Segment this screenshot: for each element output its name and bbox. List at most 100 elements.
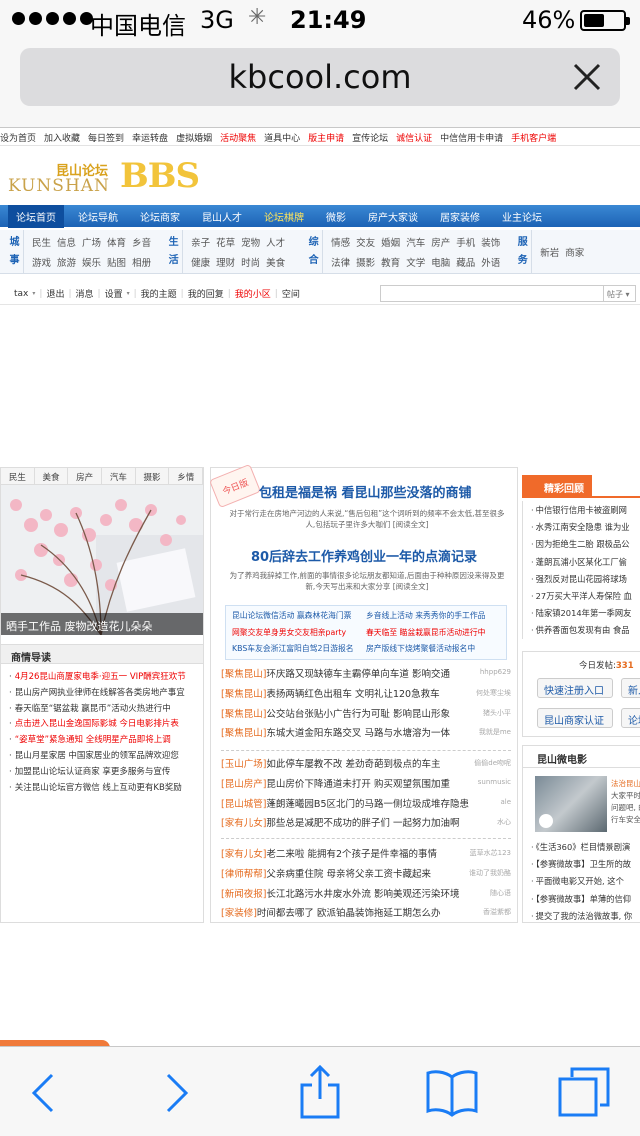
top-link[interactable]: 宣传论坛 xyxy=(352,134,388,144)
category-link[interactable]: 旅游 xyxy=(57,255,76,269)
news-row[interactable]: [聚焦昆山]环庆路又现缺德车主霸停单向车道 影响交通 hhpp629 xyxy=(221,666,511,686)
top-link[interactable]: 幸运转盘 xyxy=(132,134,168,144)
news-tag[interactable]: [家有儿女] xyxy=(221,818,266,829)
micro-film-headline[interactable]: 法治昆山 xyxy=(611,779,640,788)
nav-item[interactable]: 微影 xyxy=(326,209,346,224)
event-link[interactable]: 昆山论坛微信活动 赢森林花海门票 xyxy=(232,610,366,622)
category-head[interactable]: 城事 xyxy=(0,230,24,274)
list-item[interactable]: 关注昆山论坛官方微信 线上互动更有KB奖励 xyxy=(1,781,203,797)
category-link[interactable]: 相册 xyxy=(132,255,151,269)
news-author[interactable]: 我就是me xyxy=(479,727,511,737)
category-link[interactable]: 商家 xyxy=(565,245,584,259)
url-text[interactable]: kbcool.com xyxy=(20,58,620,96)
category-link[interactable]: 藏品 xyxy=(456,255,475,269)
category-link[interactable]: 文学 xyxy=(406,255,425,269)
news-row[interactable]: [聚焦昆山]东城大道金阳东路交叉 马路与水塘溶为一体 我就是me xyxy=(221,725,511,745)
site-logo[interactable]: 昆山论坛 KUNSHAN BBS xyxy=(8,156,200,196)
list-item[interactable]: 春天临至“锯盆栽 赢昆币”活动火热进行中 xyxy=(1,702,203,718)
news-tag[interactable]: [律师帮帮] xyxy=(221,869,266,880)
nav-item[interactable]: 论坛商家 xyxy=(140,209,180,224)
news-title[interactable]: 昆山房价下降通道未打开 购买观望氛围加重 xyxy=(266,779,450,790)
news-row[interactable]: [昆山城管]蓬朗蓬曦园B5区北门的马路一侧垃圾成堆存隐患 ale xyxy=(221,796,511,816)
category-head[interactable]: 服务 xyxy=(508,230,533,274)
list-item[interactable]: 昆山月星家居 中国家居业的领军品牌欢迎您 xyxy=(1,749,203,765)
category-link[interactable]: 娱乐 xyxy=(82,255,101,269)
user-link[interactable]: 消息 xyxy=(76,287,94,300)
nav-item[interactable]: 昆山人才 xyxy=(202,209,242,224)
news-row[interactable]: [聚焦昆山]表扬两辆红色出租车 文明礼让120急救车 何处寒尘埃 xyxy=(221,686,511,706)
list-item[interactable]: “姿草堂”紧急通知 全线明星产品即将上调 xyxy=(1,733,203,749)
news-title[interactable]: 时间都去哪了 欧派铂晶装饰拖延工期怎么办 xyxy=(257,908,441,919)
category-head[interactable]: 生活 xyxy=(159,230,184,274)
bookmarks-icon[interactable] xyxy=(422,1065,482,1121)
micro-film-thumbnail[interactable] xyxy=(535,776,607,832)
address-bar[interactable]: kbcool.com xyxy=(20,48,620,106)
category-link[interactable]: 乡音 xyxy=(132,235,151,249)
nav-item[interactable]: 论坛导航 xyxy=(78,209,118,224)
news-title[interactable]: 蓬朗蓬曦园B5区北门的马路一侧垃圾成堆存隐患 xyxy=(266,799,469,810)
news-row[interactable]: [新闻夜报]长江北路污水井废水外流 影响美观还污染环境 随心语 xyxy=(221,886,511,906)
category-link[interactable]: 信息 xyxy=(57,235,76,249)
category-link[interactable]: 健康 xyxy=(191,255,210,269)
news-author[interactable]: 蓝草水芯123 xyxy=(470,848,511,858)
photo-caption[interactable]: 晒手工作品 废物改造花儿朵朵 xyxy=(1,613,203,635)
left-tab[interactable]: 乡情 xyxy=(169,468,204,484)
list-item[interactable]: 《生活360》栏目情景剧演 xyxy=(523,838,640,855)
news-row[interactable]: [家装修]时间都去哪了 欧派铂晶装饰拖延工期怎么办 香溢紫都 xyxy=(221,905,511,925)
news-title[interactable]: 环庆路又现缺德车主霸停单向车道 影响交通 xyxy=(266,669,450,680)
back-icon[interactable] xyxy=(14,1065,74,1121)
news-row[interactable]: [家有儿女]老二来啦 能拥有2个孩子是件幸福的事情 蓝草水芯123 xyxy=(221,846,511,866)
category-link[interactable]: 婚姻 xyxy=(381,235,400,249)
user-link[interactable]: 退出 xyxy=(46,287,64,300)
category-link[interactable]: 汽车 xyxy=(406,235,425,249)
news-tag[interactable]: [玉山广场] xyxy=(221,759,266,770)
category-link[interactable]: 手机 xyxy=(456,235,475,249)
user-link[interactable]: tax xyxy=(14,289,28,299)
user-link[interactable]: 设置 xyxy=(105,287,123,300)
search-input[interactable]: 帖子 ▾ xyxy=(380,285,636,302)
category-link[interactable]: 理财 xyxy=(216,255,235,269)
list-item[interactable]: 【参赛微故事】卫生所的故 xyxy=(523,855,640,872)
list-item[interactable]: 陆家镇2014年第一季网友 xyxy=(523,604,640,621)
list-item[interactable]: 蓬朗瓦浦小区某化工厂偷 xyxy=(523,553,640,570)
category-link[interactable]: 新岩 xyxy=(540,245,559,259)
news-tag[interactable]: [聚焦昆山] xyxy=(221,689,266,700)
news-tag[interactable]: [昆山房产] xyxy=(221,779,266,790)
category-head[interactable]: 综合 xyxy=(299,230,324,274)
top-link[interactable]: 手机客户端 xyxy=(511,134,556,144)
list-item[interactable]: 27万买大平洋人寿保险 血 xyxy=(523,587,640,604)
news-row[interactable]: [家有儿女]那些总是减肥不成功的胖子们 一起努力加油啊 水心 xyxy=(221,815,511,835)
news-tag[interactable]: [家有儿女] xyxy=(221,849,266,860)
user-link[interactable]: 空间 xyxy=(282,287,300,300)
left-tab[interactable]: 摄影 xyxy=(136,468,170,484)
news-title[interactable]: 父亲病重住院 母亲将父亲工资卡藏起来 xyxy=(266,869,431,880)
category-link[interactable]: 广场 xyxy=(82,235,101,249)
share-icon[interactable] xyxy=(290,1065,350,1121)
list-item[interactable]: 强烈反对昆山花园将球场 xyxy=(523,570,640,587)
newbie-button[interactable]: 新人 xyxy=(621,678,640,698)
news-row[interactable]: [昆山房产]昆山房价下降通道未打开 购买观望氛围加重 sunmusic xyxy=(221,776,511,796)
category-link[interactable]: 体育 xyxy=(107,235,126,249)
quick-register-button[interactable]: 快速注册入口 xyxy=(537,678,613,698)
featured-photo[interactable]: 晒手工作品 废物改造花儿朵朵 xyxy=(1,485,203,635)
news-tag[interactable]: [家装修] xyxy=(221,908,257,919)
user-link[interactable]: 我的主题 xyxy=(141,287,177,300)
news-author[interactable]: hhpp629 xyxy=(480,668,511,676)
news-title[interactable]: 长江北路污水井废水外流 影响美观还污染环境 xyxy=(266,889,459,900)
category-link[interactable]: 外语 xyxy=(481,255,500,269)
category-link[interactable]: 装饰 xyxy=(481,235,500,249)
headline-1[interactable]: 包租是福是祸 看昆山那些没落的商铺 xyxy=(259,482,517,501)
forward-icon[interactable] xyxy=(144,1065,204,1121)
news-author[interactable]: sunmusic xyxy=(478,778,511,786)
top-link[interactable]: 活动聚焦 xyxy=(220,134,256,144)
news-author[interactable]: 偷偷de吻呢 xyxy=(474,758,511,768)
list-item[interactable]: 点击进入昆山金逸国际影城 今日电影排片表 xyxy=(1,717,203,733)
list-item[interactable]: 水秀江南安全隐患 谁为业 xyxy=(523,518,640,535)
news-tag[interactable]: [昆山城管] xyxy=(221,799,266,810)
category-link[interactable]: 摄影 xyxy=(356,255,375,269)
user-link[interactable]: 我的小区 xyxy=(235,287,271,300)
news-row[interactable]: [聚焦昆山]公交站台张贴小广告行为可耻 影响昆山形象 猪头小平 xyxy=(221,706,511,726)
news-author[interactable]: 猪头小平 xyxy=(483,708,511,718)
news-title[interactable]: 老二来啦 能拥有2个孩子是件幸福的事情 xyxy=(266,849,437,860)
search-scope-dropdown[interactable]: 帖子 ▾ xyxy=(603,286,635,301)
